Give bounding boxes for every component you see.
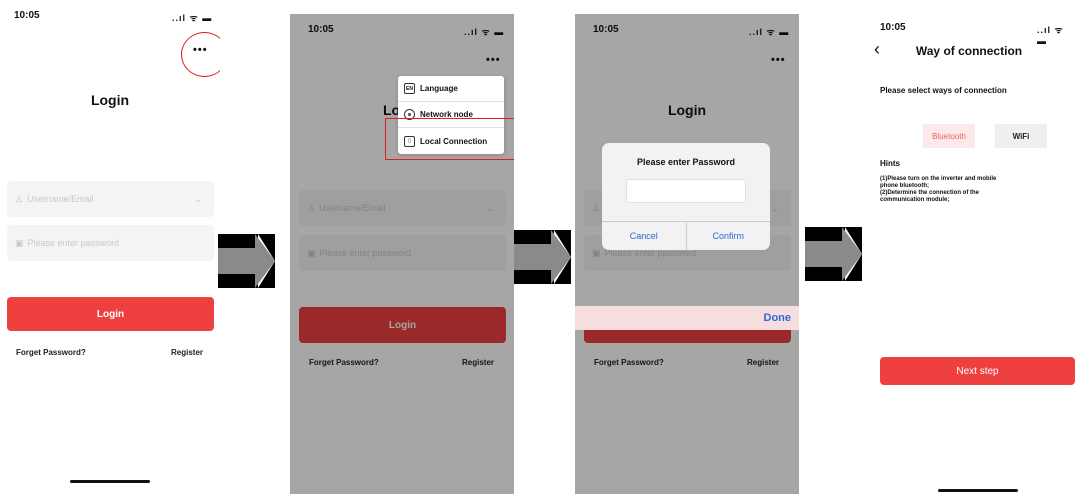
highlight-box: [385, 118, 514, 160]
next-step-button[interactable]: Next step: [880, 357, 1075, 385]
more-menu-icon[interactable]: •••: [193, 44, 208, 56]
status-time: 10:05: [14, 10, 40, 21]
done-button[interactable]: Done: [764, 312, 792, 324]
password-placeholder: Please enter password: [27, 238, 120, 248]
login-button[interactable]: Login: [7, 297, 214, 331]
flow-arrow-icon: [805, 227, 862, 281]
dialog-password-input[interactable]: [626, 179, 746, 203]
login-screen-2: 10:05 ..ıl ᯤ ▬ ••• Login ♙ Username/Emai…: [290, 14, 514, 494]
home-indicator: [70, 480, 150, 483]
forget-password-link[interactable]: Forget Password?: [16, 348, 86, 357]
hints-title: Hints: [880, 159, 900, 168]
menu-item-label: Language: [420, 84, 458, 93]
page-title: Login: [90, 92, 130, 108]
password-dialog: Please enter Password Cancel Confirm: [602, 143, 770, 250]
confirm-button[interactable]: Confirm: [687, 222, 771, 250]
keyboard-toolbar: Done: [575, 306, 799, 330]
dialog-title: Please enter Password: [636, 157, 736, 167]
chevron-down-icon[interactable]: ⌄: [194, 194, 202, 205]
bluetooth-option[interactable]: Bluetooth: [923, 124, 975, 148]
lock-icon: ▣: [15, 237, 24, 248]
status-icons: ..ıl ᯤ ▬: [1037, 25, 1064, 46]
register-link[interactable]: Register: [171, 348, 203, 357]
username-field[interactable]: ♙ Username/Email ⌄: [7, 181, 214, 217]
connection-screen: 10:05 ..ıl ᯤ ▬ ‹ Way of connection Pleas…: [862, 0, 1076, 494]
flow-arrow-icon: [218, 234, 275, 288]
dim-overlay: [575, 14, 799, 494]
page-title: Way of connection: [915, 44, 1023, 58]
connection-subtitle: Please select ways of connection: [880, 86, 1007, 95]
hints-text: (1)Please turn on the inverter and mobil…: [880, 176, 997, 203]
menu-item-language[interactable]: EN Language: [398, 76, 504, 102]
password-field[interactable]: ▣ Please enter password: [7, 225, 214, 261]
language-icon: EN: [404, 83, 415, 94]
login-screen-3: 10:05 ..ıl ᯤ ▬ ••• Login ♙ Username/Emai…: [575, 14, 799, 494]
wifi-option[interactable]: WiFi: [995, 124, 1047, 148]
flow-arrow-icon: [514, 230, 571, 284]
cancel-button[interactable]: Cancel: [602, 222, 687, 250]
login-screen-1: 10:05 ..ıl ᯤ ▬ ••• Login ♙ Username/Emai…: [0, 0, 220, 494]
status-time: 10:05: [880, 22, 906, 33]
status-icons: ..ıl ᯤ ▬: [172, 13, 213, 23]
username-placeholder: Username/Email: [27, 194, 94, 204]
home-indicator: [938, 489, 1018, 492]
user-icon: ♙: [15, 193, 24, 204]
